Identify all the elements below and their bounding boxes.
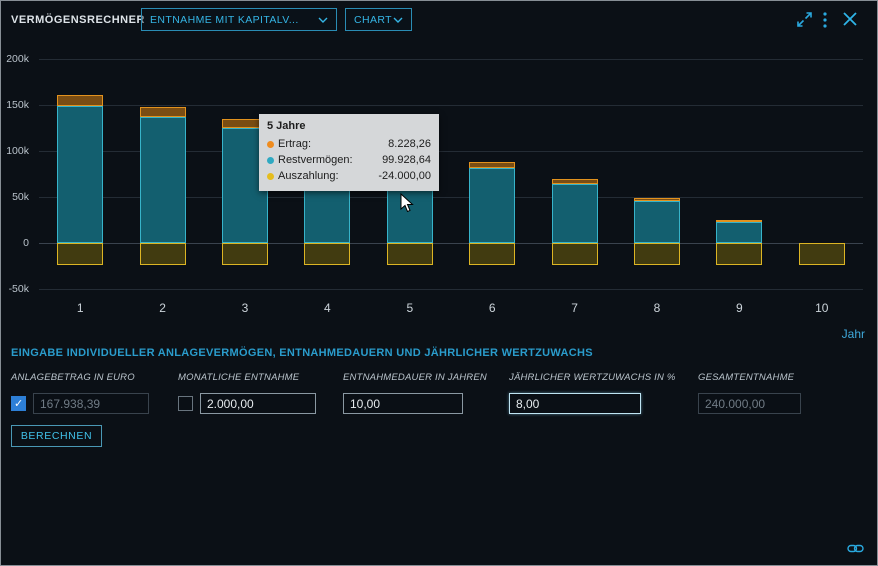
bar-auszahlung-year-6[interactable]: [469, 243, 515, 265]
tooltip-label: Auszahlung:: [278, 168, 339, 184]
tooltip-label: Ertrag:: [278, 136, 311, 152]
tooltip-value: 8.228,26: [388, 136, 431, 152]
x-tick-label: 3: [225, 301, 265, 315]
bar-ertrag-year-8[interactable]: [634, 198, 680, 202]
entnahmedauer-input[interactable]: [343, 393, 463, 414]
bar-auszahlung-year-9[interactable]: [716, 243, 762, 265]
bar-ertrag-year-2[interactable]: [140, 107, 186, 117]
y-axis: 200k150k100k50k0-50k: [1, 59, 31, 289]
x-tick-label: 7: [555, 301, 595, 315]
tooltip-value: 99.928,64: [382, 152, 431, 168]
bar-ertrag-year-6[interactable]: [469, 162, 515, 168]
chart-tooltip: 5 Jahre Ertrag: 8.228,26 Restvermögen: 9…: [259, 114, 439, 191]
x-tick-label: 10: [802, 301, 842, 315]
link-icon[interactable]: [847, 541, 864, 559]
y-tick-label: 100k: [0, 145, 29, 157]
berechnen-button[interactable]: BERECHNEN: [11, 425, 102, 447]
bar-restvermoegen-year-8[interactable]: [634, 201, 680, 243]
mode-dropdown-label: ENTNAHME MIT KAPITALV...: [150, 14, 299, 26]
expand-icon[interactable]: [796, 11, 813, 33]
tooltip-row: Ertrag: 8.228,26: [267, 136, 431, 152]
view-dropdown-label: CHART: [354, 14, 392, 26]
tooltip-title: 5 Jahre: [267, 120, 431, 132]
x-tick-label: 1: [60, 301, 100, 315]
view-dropdown[interactable]: CHART: [345, 8, 412, 31]
anlagebetrag-checkbox[interactable]: [11, 396, 26, 411]
bar-restvermoegen-year-7[interactable]: [552, 184, 598, 243]
bar-ertrag-year-9[interactable]: [716, 220, 762, 222]
tooltip-value: -24.000,00: [378, 168, 431, 184]
ertrag-bullet-icon: [267, 141, 274, 148]
x-tick-label: 8: [637, 301, 677, 315]
bar-auszahlung-year-10[interactable]: [799, 243, 845, 265]
bar-auszahlung-year-1[interactable]: [57, 243, 103, 265]
entnahmedauer-label: ENTNAHMEDAUER IN JAHREN: [343, 372, 487, 383]
tooltip-label: Restvermögen:: [278, 152, 353, 168]
y-tick-label: 0: [0, 237, 29, 249]
wertzuwachs-input[interactable]: [509, 393, 641, 414]
y-tick-label: 50k: [0, 191, 29, 203]
entnahme-label: MONATLICHE ENTNAHME: [178, 372, 299, 383]
x-tick-label: 2: [143, 301, 183, 315]
x-tick-label: 9: [719, 301, 759, 315]
entnahme-input[interactable]: [200, 393, 316, 414]
bar-auszahlung-year-3[interactable]: [222, 243, 268, 265]
bar-ertrag-year-7[interactable]: [552, 179, 598, 184]
page-title: VERMÖGENSRECHNER: [11, 14, 145, 26]
bar-restvermoegen-year-6[interactable]: [469, 168, 515, 243]
mouse-cursor: [400, 193, 414, 218]
gridline: [39, 59, 863, 60]
x-axis-title: Jahr: [821, 327, 865, 341]
anlagebetrag-label: ANLAGEBETRAG IN EURO: [11, 372, 135, 383]
bar-restvermoegen-year-1[interactable]: [57, 106, 103, 243]
bar-restvermoegen-year-2[interactable]: [140, 117, 186, 243]
gesamtentnahme-input[interactable]: [698, 393, 801, 414]
x-tick-label: 5: [390, 301, 430, 315]
kebab-menu-icon[interactable]: [823, 12, 827, 33]
bar-auszahlung-year-8[interactable]: [634, 243, 680, 265]
form-section-heading: EINGABE INDIVIDUELLER ANLAGEVERMÖGEN, EN…: [11, 347, 593, 359]
y-tick-label: 150k: [0, 99, 29, 111]
x-tick-label: 4: [307, 301, 347, 315]
bar-restvermoegen-year-9[interactable]: [716, 222, 762, 243]
auszahlung-bullet-icon: [267, 173, 274, 180]
wertzuwachs-label: JÄHRLICHER WERTZUWACHS IN %: [509, 372, 676, 383]
bar-auszahlung-year-2[interactable]: [140, 243, 186, 265]
y-tick-label: 200k: [0, 53, 29, 65]
gridline: [39, 289, 863, 290]
anlagebetrag-input[interactable]: [33, 393, 149, 414]
gesamtentnahme-label: GESAMTENTNAHME: [698, 372, 794, 383]
vermoegensrechner-window: VERMÖGENSRECHNER ENTNAHME MIT KAPITALV..…: [0, 0, 878, 566]
bar-ertrag-year-1[interactable]: [57, 95, 103, 106]
bar-auszahlung-year-4[interactable]: [304, 243, 350, 265]
restvermoegen-bullet-icon: [267, 157, 274, 164]
close-icon[interactable]: [843, 12, 857, 31]
mode-dropdown[interactable]: ENTNAHME MIT KAPITALV...: [141, 8, 337, 31]
bar-auszahlung-year-5[interactable]: [387, 243, 433, 265]
x-axis: 1 2 3 4 5 6 7 8 9 10: [39, 301, 863, 317]
x-tick-label: 6: [472, 301, 512, 315]
y-tick-label: -50k: [0, 283, 29, 295]
bar-auszahlung-year-7[interactable]: [552, 243, 598, 265]
entnahme-checkbox[interactable]: [178, 396, 193, 411]
chevron-down-icon: [393, 14, 403, 26]
tooltip-row: Restvermögen: 99.928,64: [267, 152, 431, 168]
plot-area: [39, 59, 863, 289]
chevron-down-icon: [318, 14, 328, 26]
tooltip-row: Auszahlung: -24.000,00: [267, 168, 431, 184]
